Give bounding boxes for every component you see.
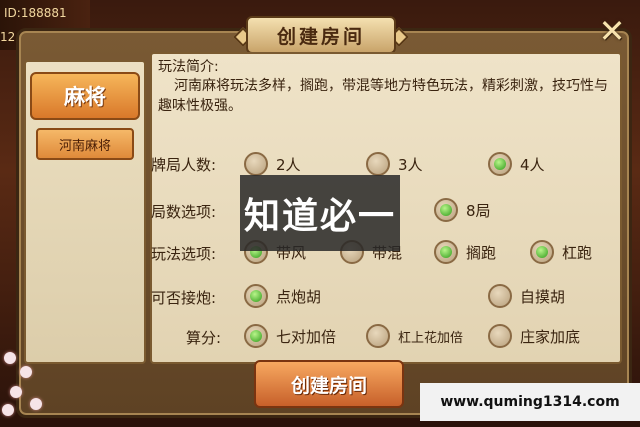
radio-icon[interactable] xyxy=(244,152,268,176)
discard-option-dianpao[interactable]: 点炮胡 xyxy=(244,284,321,308)
radio-icon[interactable] xyxy=(366,152,390,176)
watermark-overlay: 知道必一 xyxy=(240,175,400,251)
radio-selected-icon[interactable] xyxy=(530,240,554,264)
discard-option-zimo[interactable]: 自摸胡 xyxy=(488,284,565,308)
hud-sub-value: 12 xyxy=(0,30,16,44)
blossom-icon xyxy=(10,386,22,398)
blossom-icon xyxy=(2,404,14,416)
rules-intro-title: 玩法简介: xyxy=(158,59,219,75)
blossom-icon xyxy=(4,352,16,364)
watermark-url: www.quming1314.com xyxy=(420,383,640,421)
players-label: 牌局人数: xyxy=(151,156,217,174)
radio-selected-icon[interactable] xyxy=(434,198,458,222)
blossom-icon xyxy=(30,398,42,410)
discard-label: 可否接炮: xyxy=(151,289,217,307)
radio-selected-icon[interactable] xyxy=(244,324,268,348)
scoring-option-gangshanghua[interactable]: 杠上花加倍 xyxy=(366,324,463,348)
dialog-title-plaque: 创建房间 xyxy=(246,16,396,54)
dialog-title: 创建房间 xyxy=(276,25,365,48)
radio-selected-icon[interactable] xyxy=(488,152,512,176)
radio-icon[interactable] xyxy=(488,284,512,308)
radio-icon[interactable] xyxy=(488,324,512,348)
rounds-option-8[interactable]: 8局 xyxy=(434,198,491,222)
players-option-2[interactable]: 2人 xyxy=(244,152,301,176)
play-options-label: 玩法选项: xyxy=(151,245,217,263)
rules-intro-text: 河南麻将玩法多样，搁跑，带混等地方特色玩法，精彩刺激，技巧性与趣味性极强。 xyxy=(158,78,608,114)
play-option-gepao[interactable]: 搁跑 xyxy=(434,240,496,264)
scoring-option-qidui[interactable]: 七对加倍 xyxy=(244,324,336,348)
radio-selected-icon[interactable] xyxy=(244,284,268,308)
player-id: ID:188881 xyxy=(4,6,67,20)
close-button[interactable]: ✕ xyxy=(593,12,631,50)
rounds-label: 局数选项: xyxy=(151,203,217,221)
players-option-3[interactable]: 3人 xyxy=(366,152,423,176)
tab-mahjong[interactable]: 麻将 xyxy=(30,72,140,120)
radio-icon[interactable] xyxy=(366,324,390,348)
scoring-label: 算分: xyxy=(186,329,222,347)
create-room-button[interactable]: 创建房间 xyxy=(254,360,404,408)
players-option-4[interactable]: 4人 xyxy=(488,152,545,176)
blossom-icon xyxy=(20,366,32,378)
tab-henan-mahjong[interactable]: 河南麻将 xyxy=(36,128,134,160)
close-x-icon: ✕ xyxy=(598,12,626,50)
radio-selected-icon[interactable] xyxy=(434,240,458,264)
scoring-option-zhuangjia[interactable]: 庄家加底 xyxy=(488,324,580,348)
play-option-gangpao[interactable]: 杠跑 xyxy=(530,240,592,264)
